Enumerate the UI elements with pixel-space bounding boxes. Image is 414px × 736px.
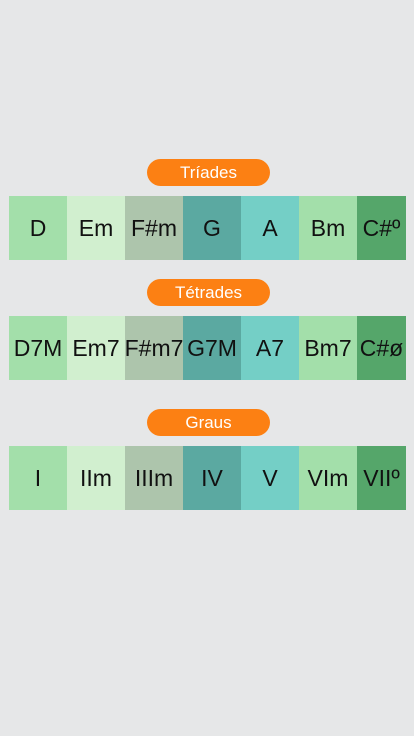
degree-cell[interactable]: V (241, 446, 299, 510)
chord-cell[interactable]: A7 (241, 316, 299, 380)
chord-cell[interactable]: A (241, 196, 299, 260)
chord-cell[interactable]: C#º (357, 196, 406, 260)
chord-cell[interactable]: G (183, 196, 241, 260)
degree-cell[interactable]: I (9, 446, 67, 510)
screen: { "sections": [ { "title": "Tríades", "i… (0, 0, 414, 736)
chord-cell[interactable]: Em7 (67, 316, 125, 380)
degree-cell[interactable]: IIm (67, 446, 125, 510)
chord-cell[interactable]: C#ø (357, 316, 406, 380)
chord-cell[interactable]: Bm7 (299, 316, 357, 380)
chord-cell[interactable]: D7M (9, 316, 67, 380)
chord-cell[interactable]: F#m (125, 196, 183, 260)
tetrades-title-pill: Tétrades (147, 279, 270, 306)
graus-title-pill: Graus (147, 409, 270, 436)
chord-cell[interactable]: Bm (299, 196, 357, 260)
graus-degree-row: I IIm IIIm IV V VIm VIIº (9, 446, 406, 510)
chord-cell[interactable]: D (9, 196, 67, 260)
chord-cell[interactable]: F#m7 (125, 316, 183, 380)
degree-cell[interactable]: VIIº (357, 446, 406, 510)
degree-cell[interactable]: IIIm (125, 446, 183, 510)
chord-cell[interactable]: G7M (183, 316, 241, 380)
chord-cell[interactable]: Em (67, 196, 125, 260)
tetrades-chord-row: D7M Em7 F#m7 G7M A7 Bm7 C#ø (9, 316, 406, 380)
triades-title-pill: Tríades (147, 159, 270, 186)
triades-chord-row: D Em F#m G A Bm C#º (9, 196, 406, 260)
degree-cell[interactable]: VIm (299, 446, 357, 510)
degree-cell[interactable]: IV (183, 446, 241, 510)
